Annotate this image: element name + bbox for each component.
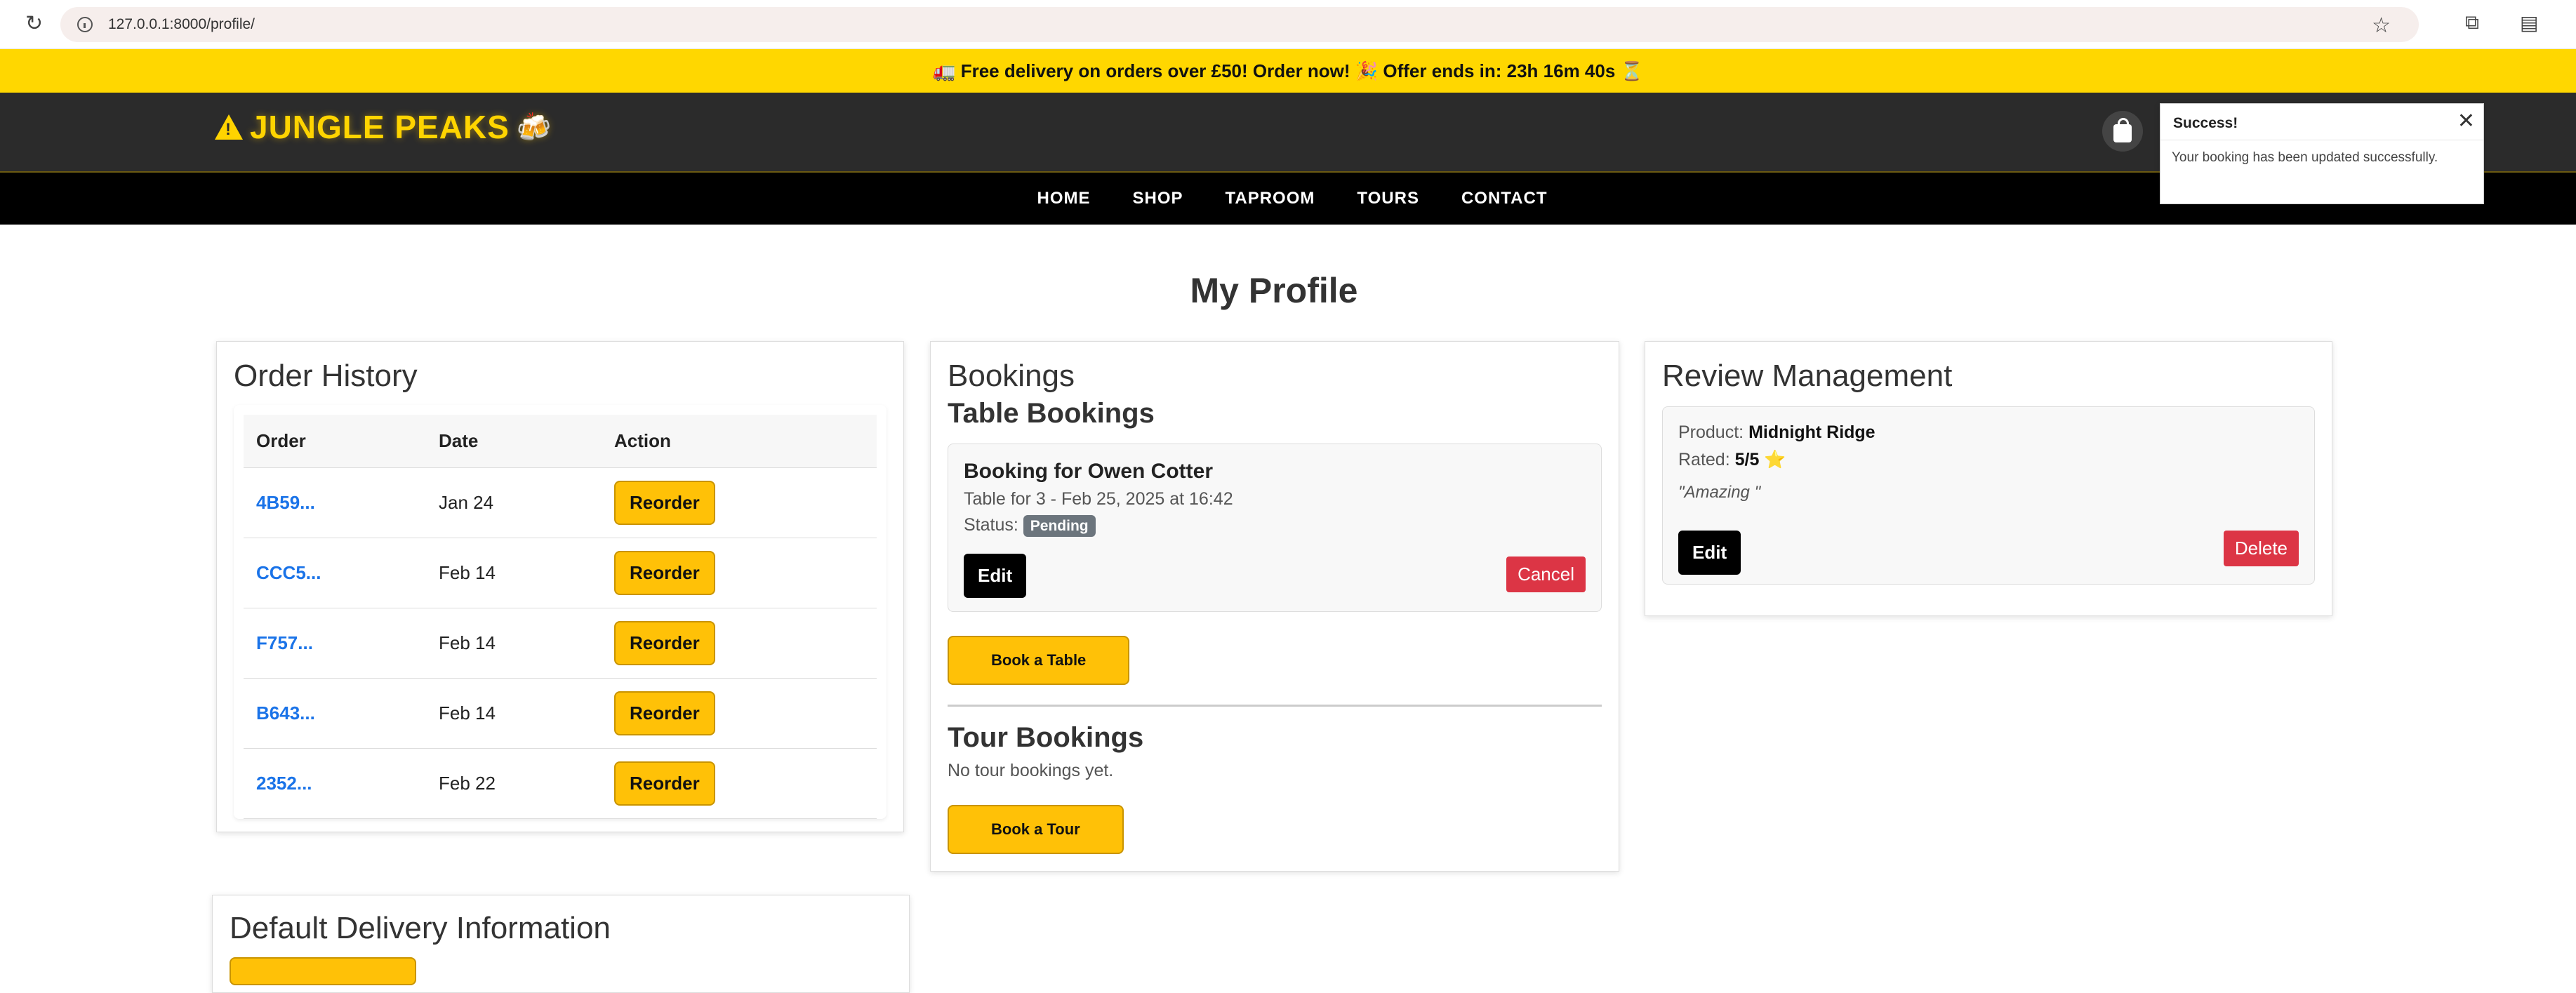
promo-banner: 🚛 Free delivery on orders over £50! Orde… bbox=[0, 49, 2576, 93]
extension-icon[interactable]: ▤ bbox=[2520, 11, 2538, 34]
delivery-info-card: Default Delivery Information bbox=[212, 895, 910, 993]
rating-value: 5/5 bbox=[1734, 450, 1760, 469]
divider bbox=[948, 705, 1602, 707]
reorder-button[interactable]: Reorder bbox=[614, 621, 715, 665]
nav-taproom[interactable]: TAPROOM bbox=[1226, 189, 1315, 208]
table-row: B643... Feb 14 Reorder bbox=[244, 678, 877, 749]
order-date: Jan 24 bbox=[426, 467, 602, 538]
delivery-info-title: Default Delivery Information bbox=[230, 911, 611, 945]
no-tours-text: No tour bookings yet. bbox=[948, 761, 1114, 780]
table-row: CCC5... Feb 14 Reorder bbox=[244, 538, 877, 608]
promo-text: 🚛 Free delivery on orders over £50! Orde… bbox=[933, 60, 1643, 81]
page-title: My Profile bbox=[1190, 271, 1358, 310]
booking-detail: Table for 3 - Feb 25, 2025 at 16:42 bbox=[964, 489, 1233, 509]
booking-item: Booking for Owen Cotter Table for 3 - Fe… bbox=[948, 444, 1602, 612]
reorder-button[interactable]: Reorder bbox=[614, 691, 715, 735]
reload-icon[interactable]: ↻ bbox=[25, 11, 43, 36]
order-history-card: Order History Order Date Action 4B59... … bbox=[216, 341, 904, 832]
site-info-icon[interactable] bbox=[77, 17, 93, 32]
order-id-link[interactable]: CCC5... bbox=[244, 538, 426, 608]
order-date: Feb 14 bbox=[426, 608, 602, 679]
column-header: Date bbox=[426, 415, 602, 468]
review-rating: Rated: 5/5 ⭐ bbox=[1678, 450, 2299, 470]
order-id-link[interactable]: 2352... bbox=[244, 748, 426, 819]
status-label: Status: bbox=[964, 515, 1018, 535]
booking-status: Status: Pending bbox=[964, 515, 1586, 537]
order-id-link[interactable]: F757... bbox=[244, 608, 426, 679]
order-date: Feb 14 bbox=[426, 538, 602, 608]
booking-title: Booking for Owen Cotter bbox=[964, 460, 1213, 483]
close-icon[interactable]: ✕ bbox=[2457, 111, 2475, 132]
order-date: Feb 22 bbox=[426, 748, 602, 819]
review-product: Product: Midnight Ridge bbox=[1678, 422, 2299, 443]
edit-booking-button[interactable]: Edit bbox=[964, 554, 1027, 598]
table-bookings-heading: Table Bookings bbox=[948, 398, 1155, 429]
delivery-button[interactable] bbox=[230, 957, 416, 985]
tour-bookings-heading: Tour Bookings bbox=[948, 722, 1144, 753]
bookmark-star-icon[interactable]: ☆ bbox=[2372, 13, 2391, 38]
edit-review-button[interactable]: Edit bbox=[1678, 531, 1741, 575]
rated-label: Rated: bbox=[1678, 450, 1730, 469]
star-icon: ⭐ bbox=[1764, 450, 1786, 469]
table-row: 4B59... Jan 24 Reorder bbox=[244, 467, 877, 538]
table-row: 2352... Feb 22 Reorder bbox=[244, 748, 877, 819]
cancel-booking-button[interactable]: Cancel bbox=[1506, 557, 1586, 592]
book-tour-button[interactable]: Book a Tour bbox=[948, 805, 1124, 854]
nav-tours[interactable]: TOURS bbox=[1357, 189, 1419, 208]
extensions-icon[interactable]: ⧉ bbox=[2465, 11, 2479, 34]
bookings-card: Bookings Table Bookings Booking for Owen… bbox=[930, 341, 1619, 872]
order-id-link[interactable]: 4B59... bbox=[244, 467, 426, 538]
review-quote: "Amazing " bbox=[1678, 483, 1761, 502]
status-badge: Pending bbox=[1023, 515, 1096, 537]
toast-message: Your booking has been updated successful… bbox=[2172, 150, 2438, 165]
orders-table: Order Date Action 4B59... Jan 24 Reorder… bbox=[244, 415, 877, 819]
book-table-button[interactable]: Book a Table bbox=[948, 636, 1130, 685]
nav-home[interactable]: HOME bbox=[1037, 189, 1090, 208]
address-bar[interactable]: 127.0.0.1:8000/profile/ ☆ bbox=[60, 7, 2419, 42]
cart-icon[interactable] bbox=[2102, 111, 2143, 152]
review-management-title: Review Management bbox=[1662, 359, 1953, 393]
brand-logo[interactable]: JUNGLE PEAKS 🍻 bbox=[215, 108, 552, 146]
column-header: Action bbox=[602, 415, 877, 468]
order-history-title: Order History bbox=[234, 359, 418, 393]
bookings-title: Bookings bbox=[948, 359, 1075, 393]
delete-review-button[interactable]: Delete bbox=[2223, 531, 2299, 566]
order-id-link[interactable]: B643... bbox=[244, 678, 426, 749]
review-item: Product: Midnight Ridge Rated: 5/5 ⭐ "Am… bbox=[1662, 406, 2315, 585]
url-text[interactable]: 127.0.0.1:8000/profile/ bbox=[108, 16, 255, 33]
browser-toolbar: ↻ 127.0.0.1:8000/profile/ ☆ ⧉ ▤ bbox=[0, 0, 2576, 49]
nav-contact[interactable]: CONTACT bbox=[1461, 189, 1548, 208]
table-row: F757... Feb 14 Reorder bbox=[244, 608, 877, 679]
reorder-button[interactable]: Reorder bbox=[614, 761, 715, 806]
product-name: Midnight Ridge bbox=[1748, 422, 1875, 442]
brand-name: JUNGLE PEAKS bbox=[250, 109, 510, 145]
success-toast: Success! ✕ Your booking has been updated… bbox=[2160, 103, 2484, 204]
nav-shop[interactable]: SHOP bbox=[1132, 189, 1183, 208]
reorder-button[interactable]: Reorder bbox=[614, 481, 715, 525]
column-header: Order bbox=[244, 415, 426, 468]
order-date: Feb 14 bbox=[426, 678, 602, 749]
product-label: Product: bbox=[1678, 422, 1744, 442]
review-management-card: Review Management Product: Midnight Ridg… bbox=[1645, 341, 2332, 616]
beer-mug-icon: 🍻 bbox=[516, 112, 552, 143]
warning-triangle-icon bbox=[215, 114, 243, 140]
reorder-button[interactable]: Reorder bbox=[614, 551, 715, 595]
toast-title: Success! bbox=[2160, 104, 2483, 140]
